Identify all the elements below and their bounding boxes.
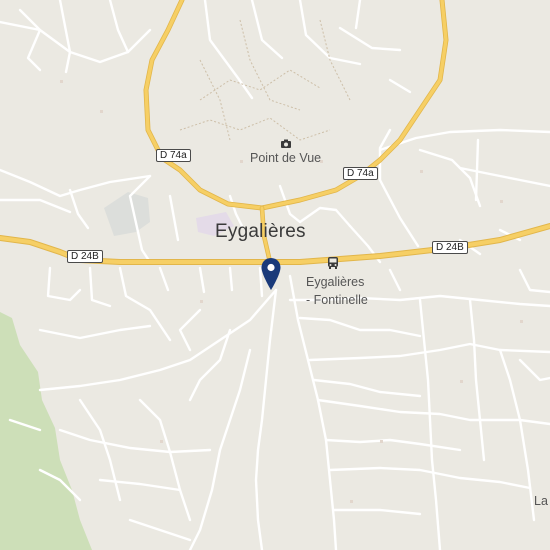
road-shield-d24b-east: D 24B	[432, 241, 468, 254]
edge-place-label: La	[534, 494, 548, 508]
bus-stop-label-line1: Eygalières	[306, 275, 365, 289]
viewpoint-label: Point de Vue	[250, 151, 322, 165]
bus-stop-label-line2: - Fontinelle	[306, 293, 368, 307]
road-shield-d74a-west: D 74a	[156, 149, 191, 162]
camera-icon[interactable]	[280, 138, 292, 150]
road-shield-d74a-east: D 74a	[343, 167, 378, 180]
map-canvas[interactable]: D 74a D 74a D 24B D 24B Point de Vue Eyg…	[0, 0, 550, 550]
town-label: Eygalières	[215, 221, 306, 242]
road-shield-d24b-west: D 24B	[67, 250, 103, 263]
location-pin-icon[interactable]	[260, 257, 282, 291]
bus-icon[interactable]	[327, 256, 339, 270]
